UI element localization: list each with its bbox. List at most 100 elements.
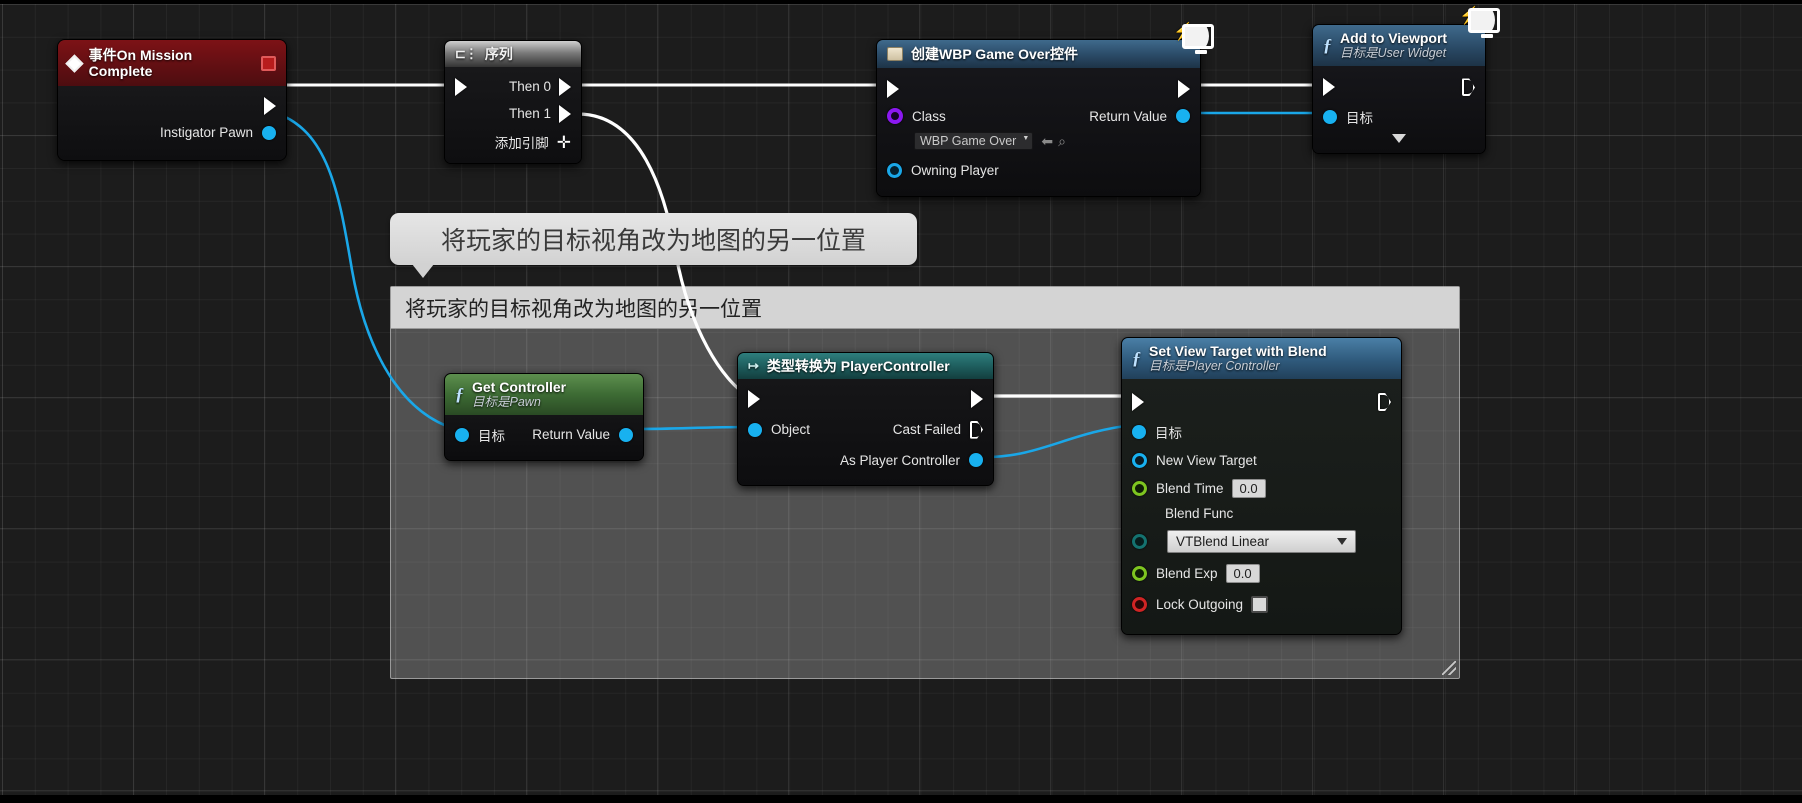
pin-row-target-return[interactable]: 目标 Return Value [445, 419, 643, 450]
node-header[interactable]: 事件On Mission Complete [58, 40, 286, 87]
node-body: Object Cast Failed As Player Controller [738, 379, 993, 486]
pin-row-blend-func[interactable]: Blend Func [1122, 502, 1401, 524]
comment-bubble[interactable]: 将玩家的目标视角改为地图的另一位置 [390, 213, 917, 278]
monitor-screen [1182, 24, 1214, 49]
node-header[interactable]: ƒ Set View Target with Blend 目标是Player C… [1122, 338, 1401, 380]
node-body: Then 0 Then 1 添加引脚 ✛ [445, 67, 581, 164]
target-pin[interactable] [455, 427, 469, 442]
pin-row-exec[interactable] [738, 383, 993, 414]
pin-row-target[interactable]: 目标 [1313, 102, 1485, 132]
pin-row-exec[interactable] [877, 74, 1200, 104]
back-arrow-icon[interactable]: ⬅ [1041, 133, 1053, 150]
exec-out-pin[interactable] [1378, 393, 1391, 411]
blend-time-input[interactable]: 0.0 [1231, 478, 1266, 498]
pin-row-new-view-target[interactable]: New View Target [1122, 446, 1401, 474]
then0-exec-pin[interactable] [559, 77, 571, 96]
then1-exec-pin[interactable] [559, 104, 571, 123]
target-pin[interactable] [1132, 425, 1146, 440]
pin-row-exec-out[interactable] [58, 92, 286, 119]
comment-box-resize-handle[interactable] [1442, 661, 1456, 675]
pin-label-as-player-controller: As Player Controller [839, 452, 960, 468]
pin-row-exec[interactable] [1122, 385, 1401, 418]
blend-exp-input[interactable]: 0.0 [1225, 564, 1260, 584]
pin-label-lock-outgoing: Lock Outgoing [1156, 597, 1244, 613]
node-cast-to-playercontroller[interactable]: ↦ 类型转换为 PlayerController Object Cast Fai… [737, 352, 994, 487]
node-sequence[interactable]: ⊏⋮ 序列 Then 0 Then 1 添加引脚 ✛ [444, 40, 582, 165]
pin-row-target[interactable]: 目标 [1122, 418, 1401, 446]
add-pin-row[interactable]: 添加引脚 ✛ [445, 127, 581, 157]
owning-player-pin[interactable] [887, 162, 902, 178]
exec-in-pin[interactable] [455, 77, 467, 96]
letterbox-top [0, 0, 1802, 4]
pin-row-owning-player[interactable]: Owning Player [877, 154, 1200, 186]
node-add-to-viewport[interactable]: ƒ Add to Viewport 目标是User Widget 目标 [1312, 24, 1486, 155]
pin-row-as-player-controller[interactable]: As Player Controller [738, 445, 993, 475]
pin-row-lock-outgoing[interactable]: Lock Outgoing [1122, 589, 1401, 620]
class-pin[interactable] [887, 108, 903, 125]
node-body: Class Return Value WBP Game Over ⬅ ⌕ Own… [877, 68, 1200, 197]
exec-out-pin[interactable] [971, 389, 983, 408]
blend-func-select[interactable]: VTBlend Linear [1167, 529, 1356, 553]
comment-box-title[interactable]: 将玩家的目标视角改为地图的另一位置 [391, 287, 1459, 329]
node-header[interactable]: ƒ Add to Viewport 目标是User Widget [1313, 25, 1485, 67]
instigator-pawn-pin[interactable] [262, 125, 276, 140]
node-title: 序列 [484, 46, 513, 62]
exec-in-pin[interactable] [1323, 78, 1335, 97]
pin-label-return-value: Return Value [1089, 108, 1167, 124]
pin-label-then0: Then 0 [508, 79, 551, 95]
node-header[interactable]: 创建WBP Game Over控件 [877, 40, 1200, 69]
exec-in-pin[interactable] [1132, 392, 1144, 411]
pin-row-class[interactable]: Class Return Value [877, 104, 1200, 128]
debug-monitor-icon-create-widget[interactable]: ⚡ [1173, 23, 1220, 57]
new-view-target-pin[interactable] [1132, 452, 1147, 468]
event-stop-icon[interactable] [261, 55, 277, 71]
cast-icon: ↦ [748, 357, 759, 373]
node-subtitle: 目标是Pawn [472, 395, 541, 410]
return-value-pin[interactable] [619, 427, 633, 442]
pin-label-instigator-pawn: Instigator Pawn [159, 125, 253, 141]
exec-in-pin[interactable] [748, 389, 760, 408]
as-player-controller-pin[interactable] [969, 453, 983, 468]
cast-failed-pin[interactable] [970, 421, 983, 439]
exec-in-pin[interactable] [887, 80, 899, 99]
pin-row-blend-exp[interactable]: Blend Exp 0.0 [1122, 558, 1401, 589]
node-event-on-mission-complete[interactable]: 事件On Mission Complete Instigator Pawn [57, 39, 287, 162]
node-set-view-target-with-blend[interactable]: ƒ Set View Target with Blend 目标是Player C… [1121, 337, 1402, 636]
lock-outgoing-pin[interactable] [1132, 597, 1147, 613]
pin-row-object[interactable]: Object Cast Failed [738, 414, 993, 445]
pin-label-new-view-target: New View Target [1156, 452, 1257, 468]
function-f-icon: ƒ [455, 383, 464, 404]
node-get-controller[interactable]: ƒ Get Controller 目标是Pawn 目标 Return Value [444, 373, 644, 462]
blend-time-pin[interactable] [1132, 480, 1147, 496]
blend-exp-pin[interactable] [1132, 566, 1147, 582]
browse-magnifier-icon[interactable]: ⌕ [1058, 133, 1066, 150]
debug-monitor-icon-add-to-viewport[interactable]: ⚡ [1459, 7, 1506, 41]
blend-func-pin[interactable] [1132, 533, 1147, 549]
exec-out-pin[interactable] [1178, 80, 1190, 99]
return-value-pin[interactable] [1176, 109, 1190, 124]
blend-func-row[interactable]: VTBlend Linear [1122, 524, 1401, 558]
lock-outgoing-checkbox[interactable] [1251, 596, 1269, 614]
exec-out-pin[interactable] [264, 96, 276, 115]
pin-row-then0[interactable]: Then 0 [445, 73, 581, 100]
exec-out-pin[interactable] [1462, 78, 1475, 96]
node-header[interactable]: ↦ 类型转换为 PlayerController [738, 353, 993, 380]
pin-row-exec[interactable] [1313, 72, 1485, 102]
target-pin[interactable] [1323, 110, 1337, 125]
pin-row-blend-time[interactable]: Blend Time 0.0 [1122, 474, 1401, 502]
blueprint-graph-canvas[interactable]: 将玩家的目标视角改为地图的另一位置 事件On Mission Complete [0, 0, 1802, 803]
node-header[interactable]: ƒ Get Controller 目标是Pawn [445, 374, 643, 416]
pin-row-then1[interactable]: Then 1 [445, 100, 581, 127]
object-pin[interactable] [748, 422, 762, 437]
add-pin-plus-icon[interactable]: ✛ [557, 134, 571, 151]
expand-caret-down-icon[interactable] [1392, 134, 1406, 144]
pin-label-then1: Then 1 [508, 106, 551, 122]
node-header[interactable]: ⊏⋮ 序列 [445, 41, 581, 68]
chevron-down-icon [1337, 537, 1347, 545]
class-select[interactable]: WBP Game Over [914, 132, 1034, 151]
pin-row-instigator-pawn[interactable]: Instigator Pawn [58, 119, 286, 146]
node-create-widget[interactable]: 创建WBP Game Over控件 Class Return Value WBP… [876, 39, 1201, 198]
class-value-row[interactable]: WBP Game Over ⬅ ⌕ [877, 128, 1200, 154]
pin-label-owning-player: Owning Player [911, 162, 999, 178]
node-title: 事件On Mission Complete [88, 47, 193, 80]
